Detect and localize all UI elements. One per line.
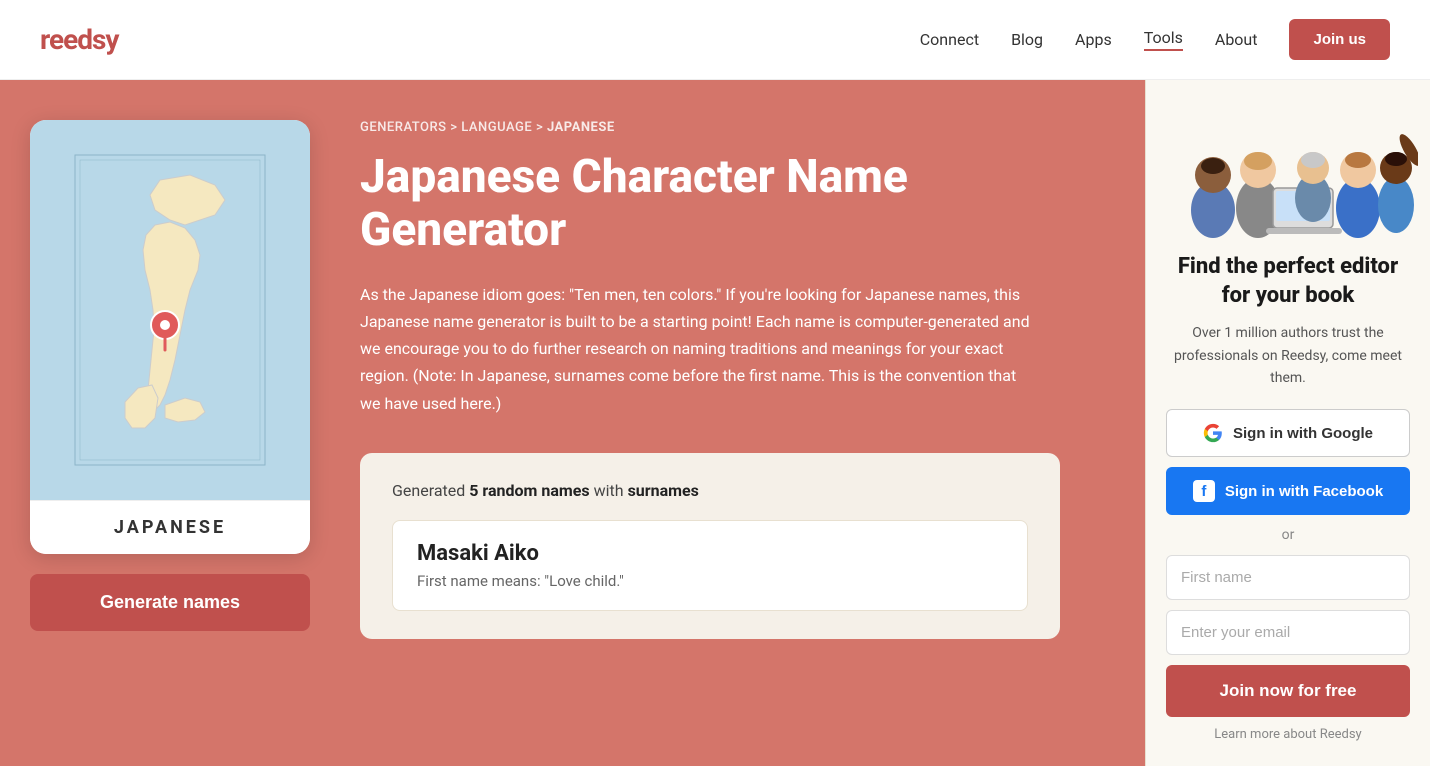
japan-map-svg bbox=[70, 150, 270, 470]
first-name-input[interactable] bbox=[1166, 555, 1410, 600]
japan-card: JAPANESE bbox=[30, 120, 310, 554]
google-signin-button[interactable]: Sign in with Google bbox=[1166, 409, 1410, 457]
name-result: Masaki Aiko First name means: "Love chil… bbox=[392, 520, 1028, 611]
team-illustration bbox=[1158, 80, 1418, 245]
page-description: As the Japanese idiom goes: "Ten men, te… bbox=[360, 281, 1040, 417]
sidebar-illustration bbox=[1158, 80, 1418, 245]
join-now-button[interactable]: Join now for free bbox=[1166, 665, 1410, 717]
page-wrapper: JAPANESE Generate names GENERATORS > LAN… bbox=[0, 80, 1430, 766]
breadcrumb-japanese: JAPANESE bbox=[547, 120, 615, 135]
summary-mid: with bbox=[590, 481, 628, 500]
facebook-btn-label: Sign in with Facebook bbox=[1225, 483, 1383, 500]
results-summary: Generated 5 random names with surnames bbox=[392, 481, 1028, 500]
facebook-icon: f bbox=[1193, 480, 1215, 502]
nav-tools[interactable]: Tools bbox=[1144, 28, 1183, 51]
facebook-signin-button[interactable]: f Sign in with Facebook bbox=[1166, 467, 1410, 515]
sidebar-description: Over 1 million authors trust the profess… bbox=[1166, 322, 1410, 389]
content-column: GENERATORS > LANGUAGE > JAPANESE Japanes… bbox=[340, 80, 1145, 766]
or-divider: or bbox=[1282, 527, 1295, 543]
name-meaning: First name means: "Love child." bbox=[417, 572, 1003, 590]
generated-name: Masaki Aiko bbox=[417, 541, 1003, 566]
breadcrumb-sep2: > bbox=[536, 120, 547, 135]
right-sidebar: Find the perfect editor for your book Ov… bbox=[1145, 80, 1430, 766]
breadcrumb-language[interactable]: LANGUAGE bbox=[461, 120, 532, 135]
main-nav: Connect Blog Apps Tools About Join us bbox=[920, 19, 1390, 60]
nav-connect[interactable]: Connect bbox=[920, 30, 979, 49]
google-icon bbox=[1203, 423, 1223, 443]
breadcrumb-generators[interactable]: GENERATORS bbox=[360, 120, 447, 135]
summary-prefix: Generated bbox=[392, 481, 469, 500]
breadcrumb: GENERATORS > LANGUAGE > JAPANESE bbox=[360, 120, 1105, 135]
logo[interactable]: reedsy bbox=[40, 23, 118, 56]
header: reedsy Connect Blog Apps Tools About Joi… bbox=[0, 0, 1430, 80]
results-area: Generated 5 random names with surnames M… bbox=[360, 453, 1060, 639]
summary-count: 5 random names bbox=[469, 481, 589, 500]
sidebar-title: Find the perfect editor for your book bbox=[1166, 253, 1410, 310]
nav-blog[interactable]: Blog bbox=[1011, 30, 1043, 49]
card-label: JAPANESE bbox=[30, 500, 310, 554]
breadcrumb-sep1: > bbox=[450, 120, 461, 135]
card-column: JAPANESE Generate names bbox=[0, 80, 340, 766]
card-map bbox=[30, 120, 310, 500]
join-us-button[interactable]: Join us bbox=[1289, 19, 1390, 60]
generate-names-button[interactable]: Generate names bbox=[30, 574, 310, 631]
summary-type: surnames bbox=[628, 481, 699, 500]
learn-more-text: Learn more about Reedsy bbox=[1214, 727, 1361, 742]
nav-about[interactable]: About bbox=[1215, 30, 1258, 49]
email-input[interactable] bbox=[1166, 610, 1410, 655]
nav-apps[interactable]: Apps bbox=[1075, 30, 1112, 49]
google-btn-label: Sign in with Google bbox=[1233, 425, 1373, 442]
page-title: Japanese Character Name Generator bbox=[360, 151, 1105, 257]
main-area: JAPANESE Generate names GENERATORS > LAN… bbox=[0, 80, 1145, 766]
